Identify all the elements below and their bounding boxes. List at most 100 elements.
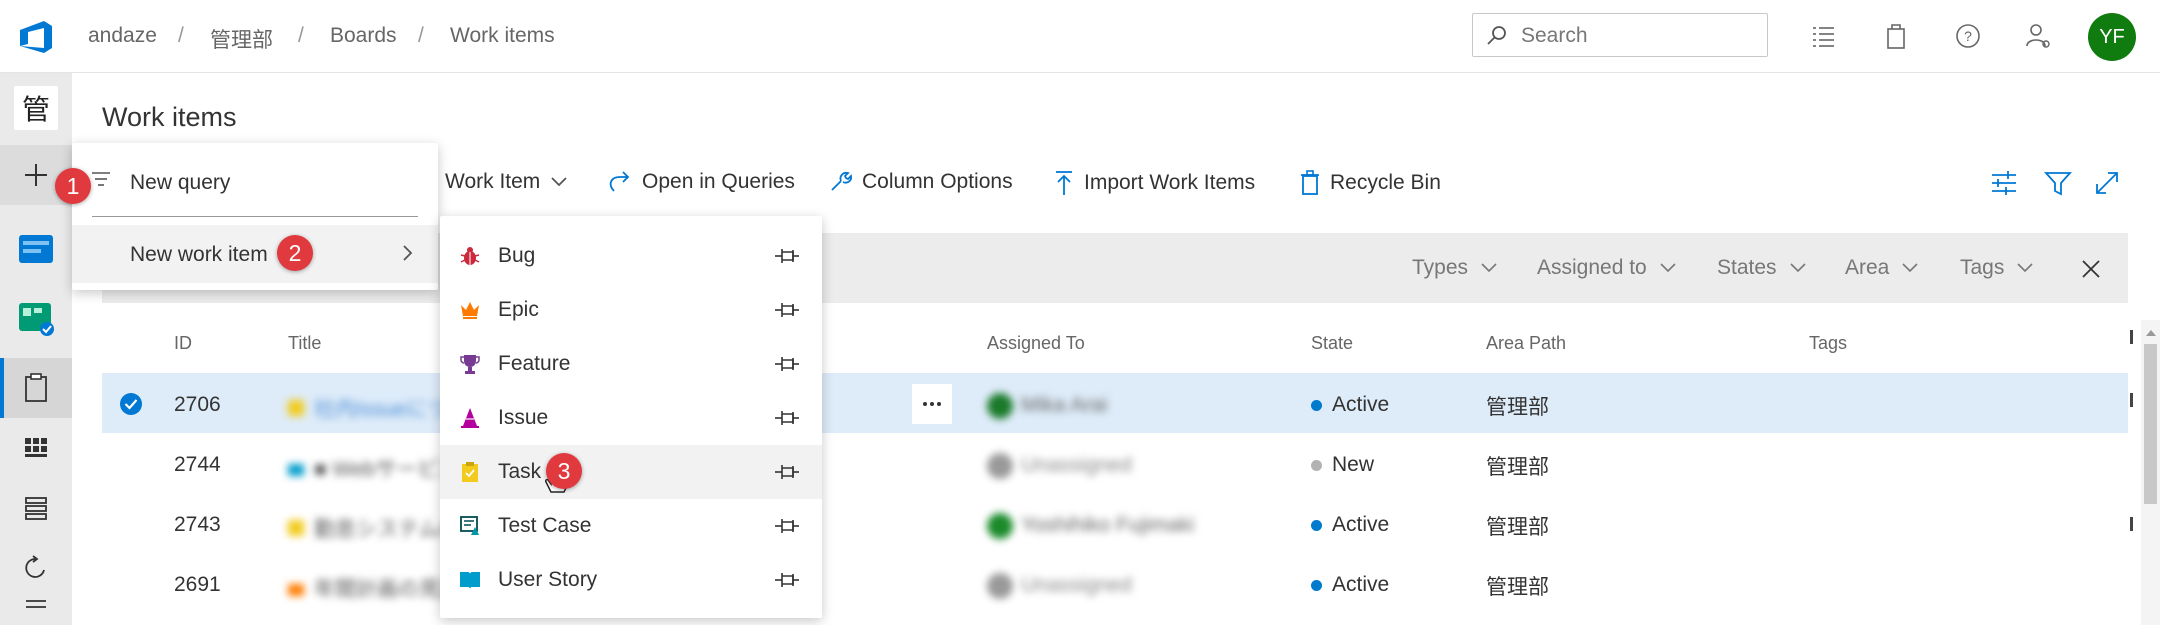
- boards-grid-nav[interactable]: [0, 418, 72, 478]
- filter-types-label: Types: [1412, 256, 1469, 279]
- row-assigned-to[interactable]: Mika Arai: [987, 393, 1107, 419]
- wrench-icon: [831, 171, 852, 191]
- work-item-type-label: Bug: [498, 244, 536, 267]
- work-item-type-label: Issue: [498, 406, 549, 429]
- work-item-type-user-story[interactable]: User Story: [440, 553, 822, 607]
- scroll-up-arrow-icon[interactable]: [2146, 330, 2156, 336]
- menu-divider: [92, 216, 418, 217]
- breadcrumb-page[interactable]: Work items: [450, 24, 555, 48]
- work-item-type-epic[interactable]: Epic: [440, 283, 822, 337]
- breadcrumb-separator: /: [418, 24, 424, 47]
- row-area-path: 管理部: [1486, 456, 1549, 479]
- work-item-type-label: User Story: [498, 568, 598, 591]
- row-edge-marker: [2130, 517, 2133, 531]
- queries-nav[interactable]: [0, 598, 72, 625]
- user-avatar[interactable]: YF: [2088, 13, 2136, 61]
- filter-assigned-to[interactable]: Assigned to: [1537, 256, 1677, 280]
- row-more-actions-button[interactable]: [912, 384, 952, 424]
- row-edge-marker: [2130, 330, 2133, 344]
- pin-icon[interactable]: [774, 354, 800, 374]
- breadcrumb-boards[interactable]: Boards: [330, 24, 397, 48]
- column-options-button[interactable]: Column Options: [828, 170, 1013, 194]
- import-work-items-button[interactable]: Import Work Items: [1054, 170, 1255, 196]
- boards-nav[interactable]: [0, 288, 72, 348]
- column-header-title[interactable]: Title: [288, 333, 321, 354]
- task-list-icon[interactable]: [1810, 22, 1838, 50]
- sprints-nav[interactable]: [0, 538, 72, 598]
- row-assigned-to[interactable]: Unassigned: [987, 453, 1132, 479]
- open-arrow-icon: [609, 171, 630, 192]
- new-work-item-menu-item[interactable]: New work item: [130, 243, 268, 267]
- issue-icon: [461, 408, 479, 428]
- work-item-type-label: Epic: [498, 298, 539, 321]
- open-in-queries-label: Open in Queries: [642, 170, 795, 193]
- trophy-icon: [460, 355, 480, 374]
- row-selected-check-icon[interactable]: [119, 392, 143, 416]
- backlogs-nav[interactable]: [0, 478, 72, 538]
- work-item-type-task[interactable]: Task: [440, 445, 822, 499]
- pin-icon[interactable]: [774, 408, 800, 428]
- work-item-type-bug[interactable]: Bug: [440, 229, 822, 283]
- user-settings-icon[interactable]: [2024, 22, 2052, 50]
- import-work-items-label: Import Work Items: [1084, 171, 1256, 194]
- project-badge[interactable]: 管: [14, 86, 58, 130]
- filter-icon[interactable]: [2044, 170, 2072, 196]
- close-filter-icon[interactable]: [2080, 258, 2102, 280]
- row-state: Active: [1311, 513, 1389, 537]
- upload-icon: [1056, 171, 1072, 195]
- marketplace-bag-icon[interactable]: [1882, 22, 1910, 50]
- column-header-assigned-to[interactable]: Assigned To: [987, 333, 1085, 354]
- row-assigned-to[interactable]: Yoshihiko Fujimaki: [987, 513, 1194, 539]
- filter-tags[interactable]: Tags: [1960, 256, 2034, 280]
- column-header-tags[interactable]: Tags: [1809, 333, 1847, 354]
- recycle-bin-label: Recycle Bin: [1330, 171, 1441, 194]
- new-query-menu-item[interactable]: New query: [130, 171, 230, 195]
- recycle-bin-button[interactable]: Recycle Bin: [1300, 170, 1441, 196]
- breadcrumb-project[interactable]: 管理部: [210, 24, 273, 54]
- azure-devops-logo-icon[interactable]: [18, 18, 56, 56]
- column-header-state[interactable]: State: [1311, 333, 1353, 354]
- work-item-dropdown-button[interactable]: Work Item: [445, 170, 568, 194]
- work-item-type-feature[interactable]: Feature: [440, 337, 822, 391]
- pin-icon[interactable]: [774, 246, 800, 266]
- pin-icon[interactable]: [774, 570, 800, 590]
- work-item-type-label: Feature: [498, 352, 571, 375]
- row-assigned-to[interactable]: Unassigned: [987, 573, 1132, 599]
- help-icon[interactable]: ?: [1954, 22, 1982, 50]
- book-icon: [460, 572, 480, 589]
- chevron-down-icon: [1660, 263, 1676, 273]
- recycle-bin-icon: [1301, 170, 1319, 195]
- work-item-label: Work Item: [445, 170, 541, 193]
- pin-icon[interactable]: [774, 300, 800, 320]
- pin-icon[interactable]: [774, 516, 800, 536]
- open-in-queries-button[interactable]: Open in Queries: [606, 170, 795, 194]
- step-badge-3: 3: [546, 453, 582, 489]
- filter-states-label: States: [1717, 256, 1777, 279]
- filter-types[interactable]: Types: [1412, 256, 1498, 280]
- breadcrumb-separator: /: [178, 24, 184, 47]
- row-id: 2743: [174, 513, 221, 536]
- filter-states[interactable]: States: [1717, 256, 1807, 280]
- row-id: 2744: [174, 453, 221, 476]
- boards-icon: [19, 303, 54, 336]
- work-item-type-issue[interactable]: Issue: [440, 391, 822, 445]
- breadcrumb-org[interactable]: andaze: [88, 24, 157, 48]
- chevron-down-icon: [1902, 263, 1918, 273]
- state-dot-new: [1311, 459, 1322, 471]
- fullscreen-expand-icon[interactable]: [2094, 170, 2120, 196]
- row-area-path: 管理部: [1486, 576, 1549, 599]
- column-options-label: Column Options: [862, 170, 1013, 193]
- search-box[interactable]: [1472, 13, 1768, 57]
- column-header-id[interactable]: ID: [174, 333, 192, 354]
- scrollbar-thumb[interactable]: [2144, 344, 2157, 504]
- filter-area[interactable]: Area: [1845, 256, 1919, 280]
- view-options-icon[interactable]: [1990, 170, 2018, 196]
- pin-icon[interactable]: [774, 462, 800, 482]
- search-input[interactable]: [1519, 22, 1753, 50]
- work-item-type-test-case[interactable]: Test Case: [440, 499, 822, 553]
- chevron-right-icon: [403, 245, 413, 261]
- column-header-area-path[interactable]: Area Path: [1486, 333, 1566, 354]
- scrollbar-track[interactable]: [2141, 320, 2160, 625]
- work-items-nav[interactable]: [0, 358, 72, 418]
- overview-nav[interactable]: [0, 218, 72, 278]
